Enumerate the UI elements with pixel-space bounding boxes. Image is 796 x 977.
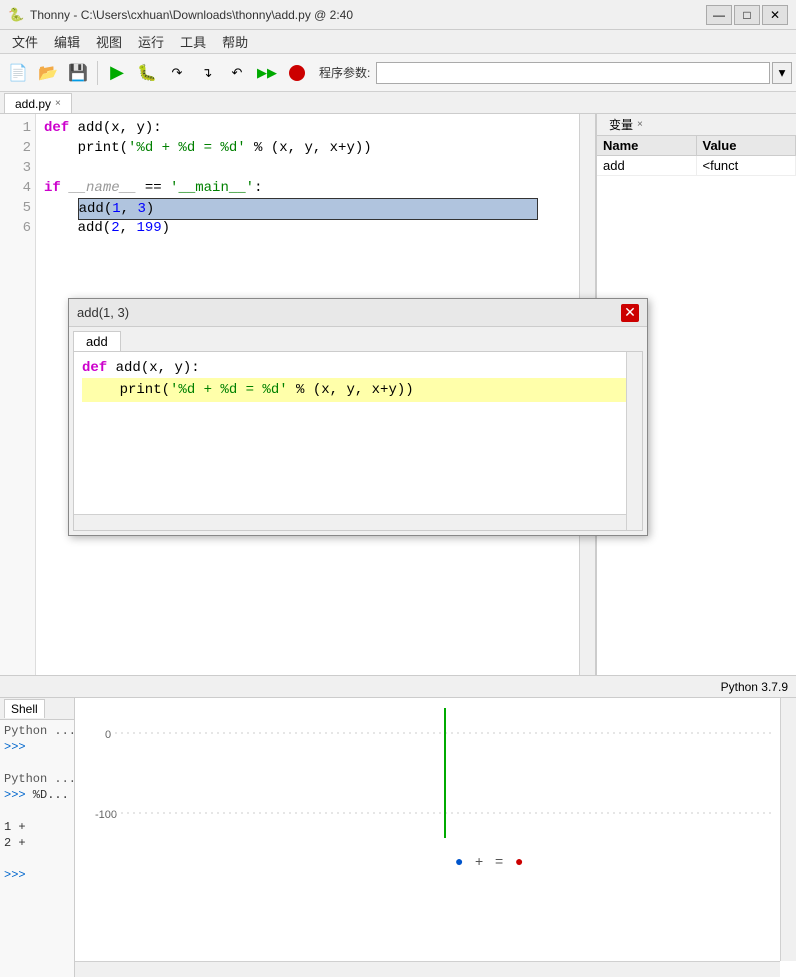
open-button[interactable]: 📂 bbox=[34, 59, 62, 87]
variables-tab-close[interactable]: × bbox=[637, 119, 643, 130]
code-line-4: if __name__ == '__main__': bbox=[44, 178, 571, 198]
dialog-bottom-scrollbar[interactable] bbox=[74, 514, 626, 530]
stop-button[interactable] bbox=[283, 59, 311, 87]
shell-line-10: >>> bbox=[4, 868, 70, 884]
editor-tab-bar: add.py × bbox=[0, 92, 796, 114]
line-numbers: 1 2 3 4 5 6 bbox=[0, 114, 36, 697]
app-icon: 🐍 bbox=[8, 7, 24, 23]
chart-pane: 0 -100 ● + = ● bbox=[75, 698, 796, 977]
new-button[interactable]: 📄 bbox=[4, 59, 32, 87]
var-header-name: Name bbox=[597, 136, 697, 155]
svg-text:●: ● bbox=[455, 853, 463, 869]
dialog-tab-add[interactable]: add bbox=[73, 331, 121, 351]
variables-tab[interactable]: 变量 × bbox=[601, 114, 651, 135]
code-line-6: add(2, 199) bbox=[44, 218, 571, 238]
var-row-add: add <funct bbox=[597, 156, 796, 176]
shell-line-8: 2 + bbox=[4, 836, 70, 852]
menu-view[interactable]: 视图 bbox=[88, 30, 130, 53]
var-value-add: <funct bbox=[697, 156, 796, 175]
toolbar-separator-1 bbox=[97, 61, 98, 85]
dialog-code-line-1: def add(x, y): bbox=[82, 358, 634, 378]
shell-line-4: Python ... bbox=[4, 772, 70, 788]
resume-button[interactable]: ▶▶ bbox=[253, 59, 281, 87]
shell-pane: Shell Python ... >>> Python ... >>> %D..… bbox=[0, 698, 75, 977]
window-controls: — □ ✕ bbox=[706, 5, 788, 25]
shell-tab[interactable]: Shell bbox=[4, 699, 45, 718]
svg-text:-100: -100 bbox=[95, 809, 117, 821]
shell-tab-bar: Shell bbox=[0, 698, 74, 720]
shell-line-3 bbox=[4, 756, 70, 772]
dialog-close-button[interactable]: ✕ bbox=[621, 304, 639, 322]
close-button[interactable]: ✕ bbox=[762, 5, 788, 25]
debug-button[interactable]: 🐛 bbox=[133, 59, 161, 87]
var-header-value: Value bbox=[697, 136, 796, 155]
dialog-title-bar: add(1, 3) ✕ bbox=[69, 299, 647, 327]
dialog-tab-label: add bbox=[86, 334, 108, 349]
svg-text:=: = bbox=[495, 853, 503, 869]
dialog-code: def add(x, y): print('%d + %d = %d' % (x… bbox=[74, 352, 642, 408]
chart-right-scrollbar[interactable] bbox=[780, 698, 796, 961]
code-line-2: print('%d + %d = %d' % (x, y, x+y)) bbox=[44, 138, 571, 158]
step-into-button[interactable]: ↴ bbox=[193, 59, 221, 87]
save-button[interactable]: 💾 bbox=[64, 59, 92, 87]
code-line-5: add(1, 3) bbox=[44, 198, 571, 218]
code-line-3 bbox=[44, 158, 571, 178]
step-over-button[interactable]: ↷ bbox=[163, 59, 191, 87]
program-args-label: 程序参数: bbox=[319, 64, 370, 81]
var-table-header: Name Value bbox=[597, 136, 796, 156]
program-args-input[interactable] bbox=[376, 62, 770, 84]
dialog-code-line-2: print('%d + %d = %d' % (x, y, x+y)) bbox=[82, 378, 634, 402]
tab-label: add.py bbox=[15, 97, 51, 111]
menu-file[interactable]: 文件 bbox=[4, 30, 46, 53]
shell-line-6 bbox=[4, 804, 70, 820]
tab-close-icon[interactable]: × bbox=[55, 98, 61, 109]
dialog-title: add(1, 3) bbox=[77, 305, 621, 320]
debug-dialog: add(1, 3) ✕ add def add(x, y): print('%d… bbox=[68, 298, 648, 536]
minimize-button[interactable]: — bbox=[706, 5, 732, 25]
shell-line-5: >>> %D... bbox=[4, 788, 70, 804]
title-bar: 🐍 Thonny - C:\Users\cxhuan\Downloads\tho… bbox=[0, 0, 796, 30]
code-line-1: def add(x, y): bbox=[44, 118, 571, 138]
variables-tab-bar: 变量 × bbox=[597, 114, 796, 136]
chart-svg: 0 -100 ● + = ● bbox=[75, 698, 780, 961]
shell-tab-label: Shell bbox=[11, 702, 38, 716]
menu-tools[interactable]: 工具 bbox=[172, 30, 214, 53]
dialog-content: def add(x, y): print('%d + %d = %d' % (x… bbox=[73, 351, 643, 531]
toolbar: 📄 📂 💾 ▶ 🐛 ↷ ↴ ↶ ▶▶ 程序参数: ▾ bbox=[0, 54, 796, 92]
menu-help[interactable]: 帮助 bbox=[214, 30, 256, 53]
shell-content[interactable]: Python ... >>> Python ... >>> %D... 1 + … bbox=[0, 720, 74, 977]
svg-text:0: 0 bbox=[105, 729, 111, 741]
dialog-right-scrollbar[interactable] bbox=[626, 352, 642, 530]
step-back-button[interactable]: ↶ bbox=[223, 59, 251, 87]
maximize-button[interactable]: □ bbox=[734, 5, 760, 25]
shell-line-1: Python ... bbox=[4, 724, 70, 740]
variables-tab-label: 变量 bbox=[609, 116, 633, 133]
chart-content: 0 -100 ● + = ● bbox=[75, 698, 780, 961]
chart-bottom-scrollbar[interactable] bbox=[75, 961, 780, 977]
dialog-tab-bar: add bbox=[69, 327, 647, 351]
editor-tab-add-py[interactable]: add.py × bbox=[4, 93, 72, 113]
window-title: Thonny - C:\Users\cxhuan\Downloads\thonn… bbox=[30, 8, 706, 22]
menu-bar: 文件 编辑 视图 运行 工具 帮助 bbox=[0, 30, 796, 54]
menu-run[interactable]: 运行 bbox=[130, 30, 172, 53]
shell-line-9 bbox=[4, 852, 70, 868]
shell-line-7: 1 + bbox=[4, 820, 70, 836]
bottom-pane: Shell Python ... >>> Python ... >>> %D..… bbox=[0, 697, 796, 977]
svg-text:●: ● bbox=[515, 853, 523, 869]
run-button[interactable]: ▶ bbox=[103, 59, 131, 87]
svg-text:+: + bbox=[475, 853, 483, 869]
program-args-dropdown[interactable]: ▾ bbox=[772, 62, 792, 84]
menu-edit[interactable]: 编辑 bbox=[46, 30, 88, 53]
python-version: Python 3.7.9 bbox=[721, 680, 788, 694]
shell-line-2: >>> bbox=[4, 740, 70, 756]
status-bar: Python 3.7.9 bbox=[0, 675, 796, 697]
var-name-add: add bbox=[597, 156, 697, 175]
